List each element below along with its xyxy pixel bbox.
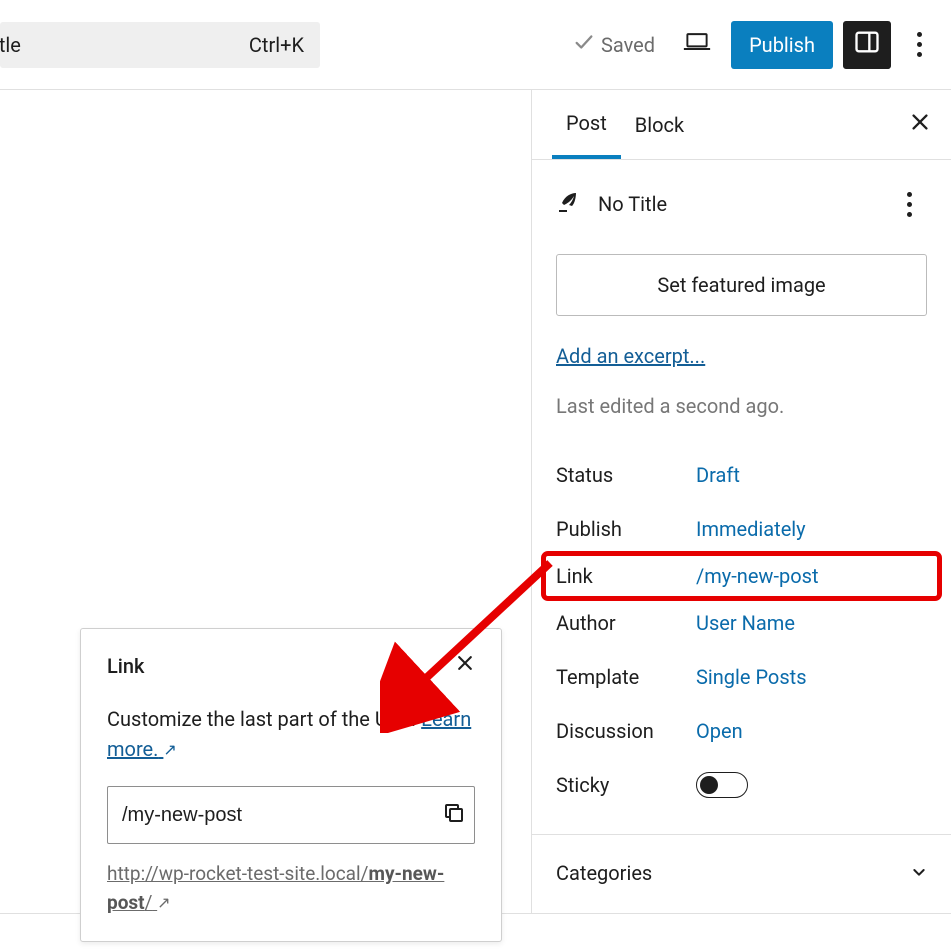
toggle-sidebar-button[interactable] bbox=[843, 21, 891, 69]
meta-row-sticky: Sticky bbox=[556, 758, 927, 812]
meta-row-link: Link /my-new-post bbox=[546, 556, 937, 596]
template-value[interactable]: Single Posts bbox=[696, 665, 807, 689]
popup-description: Customize the last part of the URL. Lear… bbox=[107, 704, 475, 764]
post-title-display: No Title bbox=[598, 192, 667, 216]
close-icon bbox=[455, 658, 475, 678]
last-edited-text: Last edited a second ago. bbox=[556, 394, 927, 418]
categories-label: Categories bbox=[556, 861, 652, 885]
sticky-toggle[interactable] bbox=[696, 772, 748, 798]
toggle-knob bbox=[700, 776, 718, 794]
header-actions: Saved Publish bbox=[573, 21, 943, 69]
publish-label: Publish bbox=[749, 33, 815, 57]
more-options-button[interactable] bbox=[901, 21, 937, 69]
saved-indicator: Saved bbox=[573, 31, 655, 58]
close-icon bbox=[909, 118, 931, 138]
add-excerpt-link[interactable]: Add an excerpt... bbox=[556, 344, 705, 368]
laptop-icon bbox=[683, 31, 711, 58]
categories-panel-toggle[interactable]: Categories bbox=[532, 834, 951, 911]
document-title-field[interactable]: itle Ctrl+K bbox=[0, 22, 320, 68]
settings-sidebar: Post Block No Title Set featured image A… bbox=[532, 90, 951, 913]
post-type-icon bbox=[556, 190, 580, 219]
link-value[interactable]: /my-new-post bbox=[696, 564, 819, 588]
set-featured-image-button[interactable]: Set featured image bbox=[556, 254, 927, 316]
full-url-preview[interactable]: http://wp-rocket-test-site.local/my-new-… bbox=[107, 860, 475, 917]
meta-row-template: Template Single Posts bbox=[556, 650, 927, 704]
status-value[interactable]: Draft bbox=[696, 463, 740, 487]
editor-body: Link Customize the last part of the URL.… bbox=[0, 90, 951, 914]
close-sidebar-button[interactable] bbox=[909, 111, 931, 138]
view-button[interactable] bbox=[673, 21, 721, 69]
discussion-value[interactable]: Open bbox=[696, 719, 743, 743]
copy-button[interactable] bbox=[442, 801, 466, 830]
editor-canvas[interactable]: Link Customize the last part of the URL.… bbox=[0, 90, 532, 913]
external-link-icon: ↗ bbox=[163, 738, 176, 762]
slug-input-wrapper bbox=[107, 786, 475, 844]
sidebar-tabs: Post Block bbox=[532, 90, 951, 160]
popup-title: Link bbox=[107, 654, 144, 678]
close-popup-button[interactable] bbox=[455, 653, 475, 678]
title-field-label: itle bbox=[0, 33, 21, 57]
kebab-icon bbox=[907, 192, 912, 217]
kebab-icon bbox=[917, 32, 922, 57]
meta-row-author: Author User Name bbox=[556, 596, 927, 650]
slug-input[interactable] bbox=[122, 804, 442, 827]
saved-label: Saved bbox=[601, 33, 655, 57]
copy-icon bbox=[442, 810, 466, 830]
tab-post[interactable]: Post bbox=[552, 91, 621, 159]
meta-row-publish: Publish Immediately bbox=[556, 502, 927, 556]
tab-block[interactable]: Block bbox=[621, 93, 698, 157]
meta-row-discussion: Discussion Open bbox=[556, 704, 927, 758]
title-shortcut: Ctrl+K bbox=[249, 33, 304, 57]
editor-header: itle Ctrl+K Saved Publish bbox=[0, 0, 951, 90]
publish-button[interactable]: Publish bbox=[731, 21, 833, 69]
link-settings-popover: Link Customize the last part of the URL.… bbox=[80, 628, 502, 942]
publish-value[interactable]: Immediately bbox=[696, 517, 806, 541]
meta-row-status: Status Draft bbox=[556, 448, 927, 502]
post-actions-button[interactable] bbox=[891, 180, 927, 228]
post-summary-panel: No Title Set featured image Add an excer… bbox=[532, 160, 951, 438]
check-icon bbox=[573, 31, 595, 58]
post-meta-list: Status Draft Publish Immediately Link /m… bbox=[532, 438, 951, 834]
panel-icon bbox=[853, 28, 881, 61]
chevron-down-icon bbox=[911, 861, 927, 885]
external-link-icon: ↗ bbox=[157, 891, 170, 915]
author-value[interactable]: User Name bbox=[696, 611, 795, 635]
